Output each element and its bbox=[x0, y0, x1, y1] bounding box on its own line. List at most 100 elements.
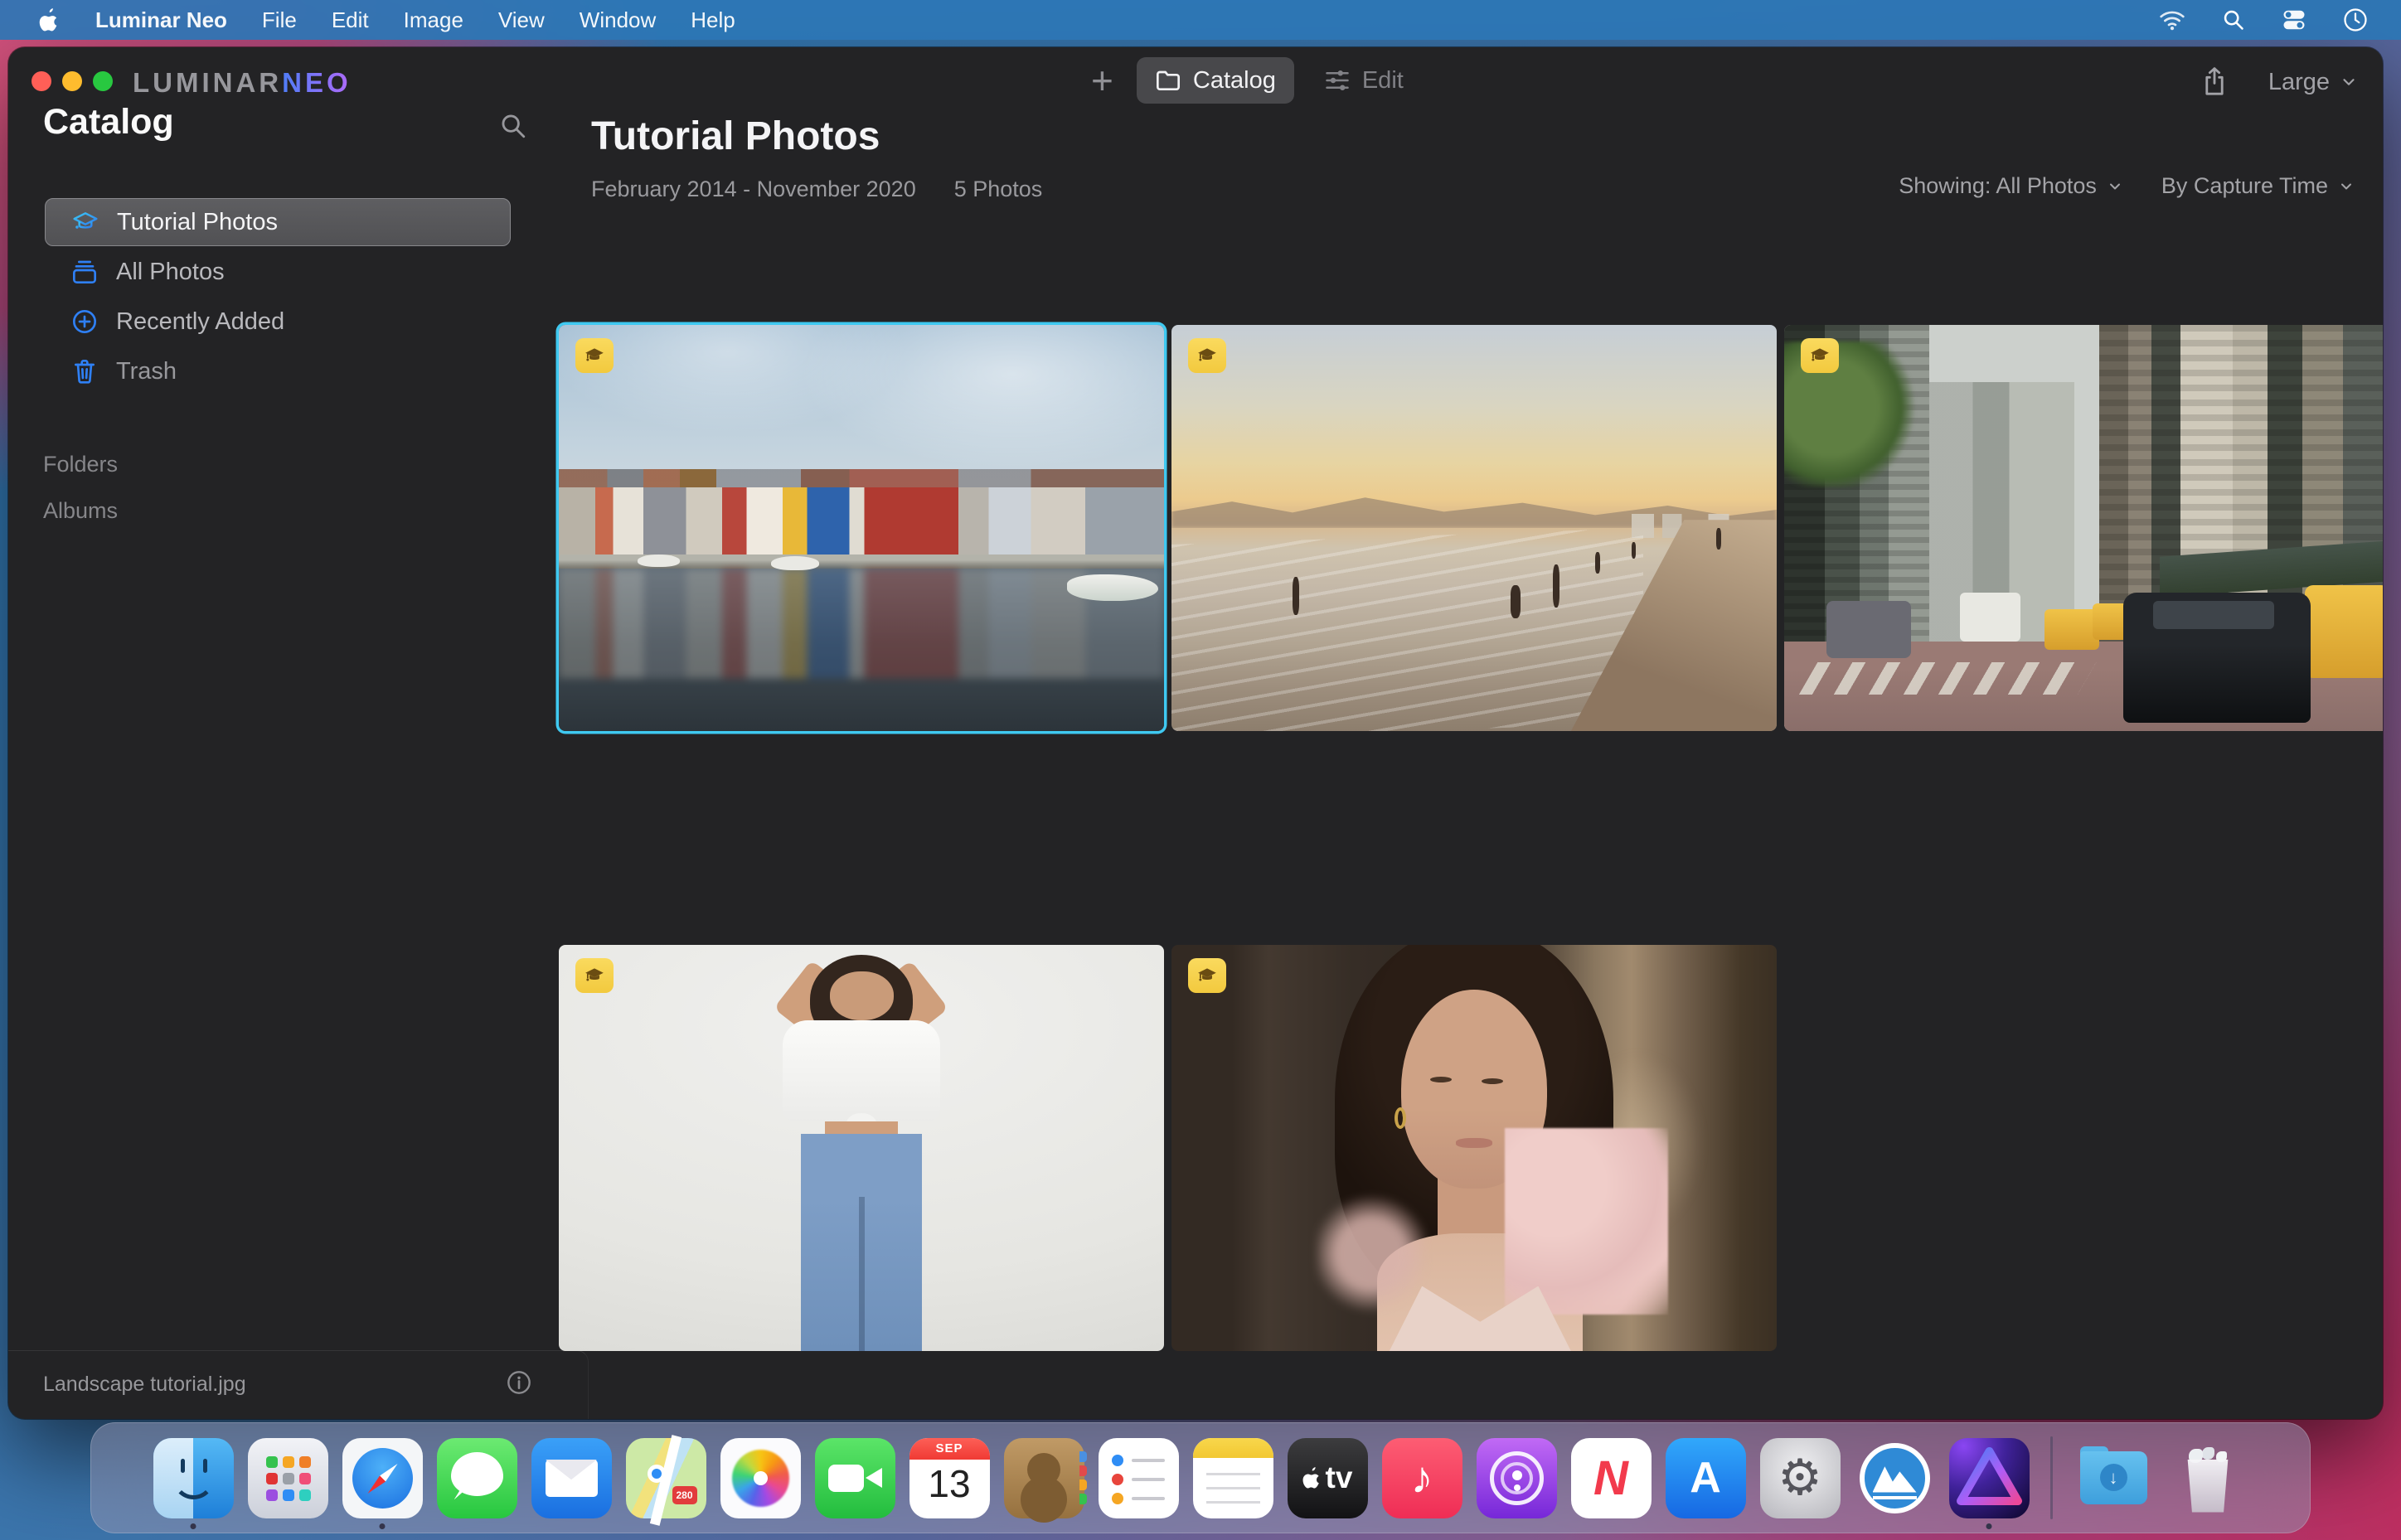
photo-thumbnail-portrait[interactable] bbox=[1171, 945, 1777, 1351]
art bbox=[830, 971, 894, 1020]
dock-mail[interactable] bbox=[531, 1437, 612, 1518]
art bbox=[1317, 1189, 1426, 1319]
photo-thumbnail-sunset-beach[interactable] bbox=[1171, 325, 1777, 731]
photo-thumbnail-city-street[interactable] bbox=[1784, 325, 2383, 731]
sidebar-item-tutorial-photos[interactable]: Tutorial Photos bbox=[45, 198, 511, 246]
thumbnail-size-dropdown[interactable]: Large bbox=[2268, 69, 2358, 96]
dock-system-settings[interactable]: ⚙ bbox=[1759, 1437, 1841, 1518]
dock-app-store[interactable]: A bbox=[1665, 1437, 1746, 1518]
art bbox=[647, 1464, 666, 1483]
sidebar-item-trash[interactable]: Trash bbox=[45, 347, 511, 395]
tutorial-badge-icon bbox=[575, 958, 614, 993]
dock-calendar[interactable]: SEP 13 bbox=[909, 1437, 990, 1518]
tab-edit-label: Edit bbox=[1361, 66, 1404, 94]
apple-icon bbox=[39, 8, 57, 31]
photo-stack-icon bbox=[71, 259, 98, 285]
menu-view[interactable]: View bbox=[481, 0, 562, 40]
tutorial-badge-icon bbox=[1801, 338, 1839, 373]
dock-maps[interactable]: 280 bbox=[625, 1434, 706, 1526]
art bbox=[827, 1464, 864, 1492]
dock-finder[interactable] bbox=[153, 1437, 234, 1529]
dock-luminar-neo[interactable] bbox=[1948, 1437, 2030, 1529]
download-arrow-icon: ↓ bbox=[2099, 1463, 2127, 1491]
control-center-icon[interactable] bbox=[2263, 8, 2325, 31]
art bbox=[1595, 552, 1600, 574]
menu-status-area bbox=[2141, 7, 2386, 32]
art bbox=[1026, 1452, 1060, 1486]
tab-catalog[interactable]: Catalog bbox=[1136, 57, 1294, 104]
apple-menu[interactable] bbox=[22, 7, 78, 32]
menu-help[interactable]: Help bbox=[673, 0, 752, 40]
sidebar-section-folders[interactable]: Folders bbox=[43, 452, 118, 477]
dock-contacts[interactable] bbox=[1003, 1437, 1087, 1518]
art bbox=[1511, 1470, 1522, 1480]
art bbox=[2153, 601, 2275, 630]
add-photos-button[interactable]: + bbox=[1091, 57, 1113, 104]
sidebar-item-label: Tutorial Photos bbox=[117, 208, 278, 235]
filter-bar: Showing: All Photos By Capture Time bbox=[1899, 173, 2355, 199]
clock-icon[interactable] bbox=[2325, 7, 2386, 32]
appletv-label: tv bbox=[1325, 1460, 1353, 1494]
page-title: Tutorial Photos bbox=[591, 114, 880, 158]
titlebar-right: Large bbox=[2200, 65, 2358, 99]
close-button[interactable] bbox=[32, 71, 51, 91]
photo-thumbnail-canal-houses[interactable] bbox=[559, 325, 1164, 731]
art bbox=[1131, 1458, 1165, 1462]
art bbox=[1959, 593, 2020, 642]
mode-switcher: + Catalog Edit bbox=[1091, 57, 1410, 104]
dock-news[interactable]: N bbox=[1570, 1437, 1652, 1518]
dock-apple-tv[interactable]: tv bbox=[1287, 1437, 1368, 1518]
dock-luminar-share[interactable] bbox=[1855, 1438, 1935, 1518]
art bbox=[559, 487, 1164, 554]
showing-filter-dropdown[interactable]: Showing: All Photos bbox=[1899, 173, 2123, 199]
menu-file[interactable]: File bbox=[245, 0, 314, 40]
menu-window[interactable]: Window bbox=[562, 0, 673, 40]
dock-launchpad[interactable] bbox=[247, 1437, 328, 1518]
graduation-cap-icon bbox=[72, 209, 99, 235]
menu-app-name[interactable]: Luminar Neo bbox=[78, 0, 245, 40]
minimize-button[interactable] bbox=[62, 71, 82, 91]
search-icon[interactable] bbox=[499, 112, 527, 140]
dock-safari[interactable] bbox=[342, 1437, 423, 1529]
art bbox=[1859, 1442, 1930, 1513]
wifi-icon[interactable] bbox=[2141, 8, 2204, 31]
dock-downloads[interactable]: ↓ bbox=[2074, 1438, 2154, 1518]
menu-image[interactable]: Image bbox=[386, 0, 481, 40]
dock-reminders[interactable] bbox=[1098, 1437, 1179, 1518]
dock-notes[interactable] bbox=[1192, 1437, 1273, 1518]
spotlight-search-icon[interactable] bbox=[2204, 8, 2263, 31]
tab-edit[interactable]: Edit bbox=[1317, 67, 1410, 94]
sidebar-item-all-photos[interactable]: All Photos bbox=[45, 248, 511, 296]
dock-podcasts[interactable] bbox=[1476, 1437, 1557, 1518]
art bbox=[783, 1019, 940, 1122]
date-range: February 2014 - November 2020 bbox=[591, 177, 916, 201]
info-icon[interactable] bbox=[506, 1369, 532, 1396]
fullscreen-button[interactable] bbox=[93, 71, 113, 91]
sidebar-item-recently-added[interactable]: Recently Added bbox=[45, 298, 511, 346]
sidebar-item-label: Recently Added bbox=[116, 308, 285, 335]
dock-messages[interactable] bbox=[436, 1437, 517, 1518]
art bbox=[2187, 1459, 2229, 1513]
dock-photos[interactable] bbox=[720, 1437, 801, 1518]
tab-catalog-label: Catalog bbox=[1192, 66, 1276, 94]
share-icon[interactable] bbox=[2200, 65, 2229, 99]
running-indicator bbox=[379, 1523, 386, 1529]
photo-thumbnail-studio-model[interactable] bbox=[559, 945, 1164, 1351]
menu-edit[interactable]: Edit bbox=[314, 0, 386, 40]
sidebar-section-albums[interactable]: Albums bbox=[43, 498, 118, 524]
tutorial-badge-icon bbox=[1188, 958, 1226, 993]
menu-bar: Luminar Neo File Edit Image View Window … bbox=[0, 0, 2401, 40]
art bbox=[1456, 1137, 1493, 1148]
art bbox=[450, 1451, 503, 1496]
art bbox=[1394, 1107, 1406, 1129]
sort-filter-dropdown[interactable]: By Capture Time bbox=[2161, 173, 2355, 199]
art bbox=[1826, 601, 1912, 658]
dock-facetime[interactable] bbox=[814, 1437, 895, 1518]
art bbox=[1552, 564, 1559, 608]
dock-trash[interactable] bbox=[2168, 1438, 2248, 1518]
art bbox=[770, 556, 819, 570]
thumbnail-size-value: Large bbox=[2268, 68, 2330, 95]
dock: 280 SEP 13 tv ♪ N A ⚙ ↓ bbox=[90, 1422, 2311, 1533]
art: 280 bbox=[672, 1485, 697, 1504]
dock-music[interactable]: ♪ bbox=[1381, 1437, 1462, 1518]
